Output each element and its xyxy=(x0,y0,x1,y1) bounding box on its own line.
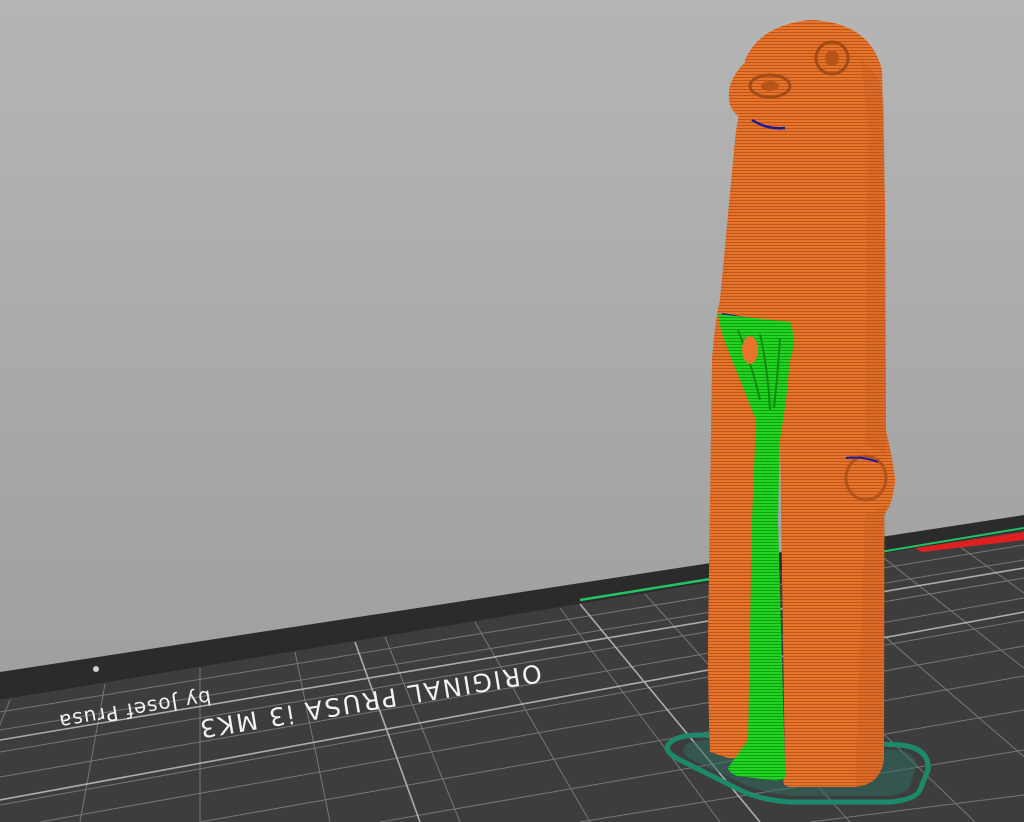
printed-model[interactable] xyxy=(708,20,895,787)
model-eye-right-inner xyxy=(825,50,839,66)
3d-preview-viewport[interactable]: ORIGINAL PRUSA i3 MK3 by Josef Prusa xyxy=(0,0,1024,822)
model-eye-left-inner xyxy=(761,81,779,91)
support-hole xyxy=(742,336,758,364)
3d-scene[interactable]: ORIGINAL PRUSA i3 MK3 by Josef Prusa xyxy=(0,0,1024,822)
bed-screw-mark xyxy=(93,666,99,672)
